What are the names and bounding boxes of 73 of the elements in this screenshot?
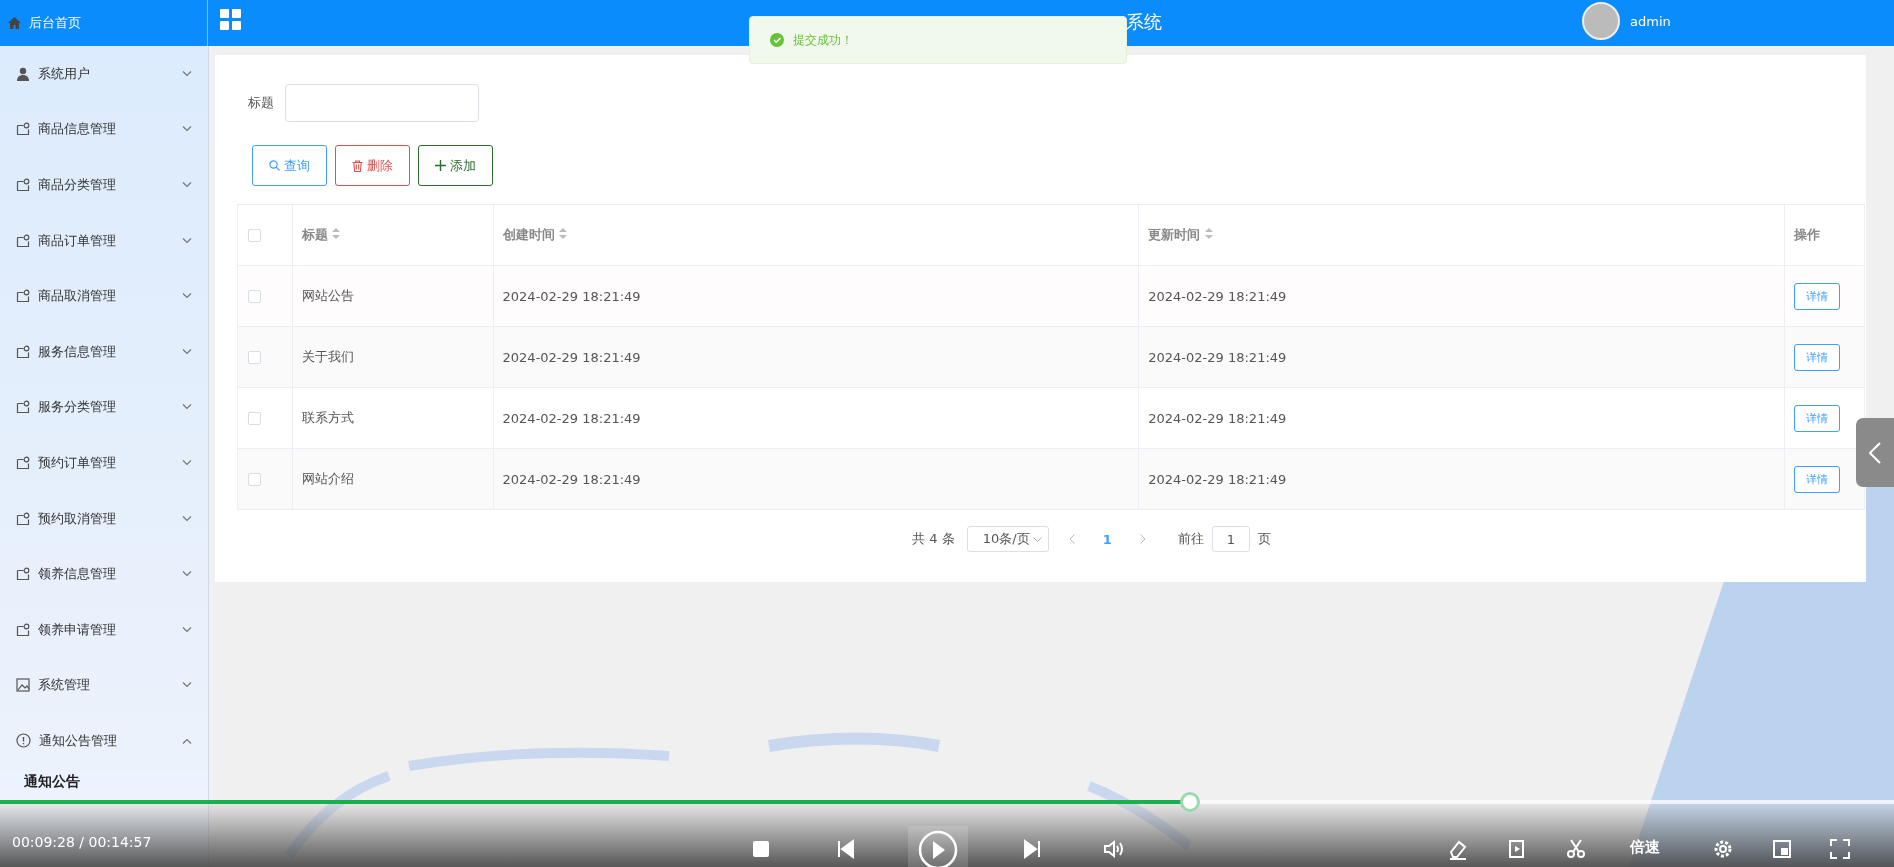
trash-icon xyxy=(352,159,363,172)
checkbox[interactable] xyxy=(248,350,261,364)
sidebar-item[interactable]: 商品订单管理 xyxy=(0,212,208,269)
table-cell: 2024-02-29 18:21:49 xyxy=(1138,387,1785,449)
table-cell: 2024-02-29 18:21:49 xyxy=(493,265,1139,327)
sidebar-subitem[interactable]: 通知公告 xyxy=(0,770,208,793)
home-icon xyxy=(8,17,21,29)
sidebar-item[interactable]: 领养申请管理 xyxy=(0,601,208,658)
checkbox[interactable] xyxy=(248,411,261,425)
speed-button[interactable]: 倍速 xyxy=(1630,838,1660,857)
column-header[interactable]: 创建时间 xyxy=(493,204,1139,266)
title-input-field[interactable] xyxy=(285,84,479,122)
delete-button[interactable]: 删除 xyxy=(335,145,410,186)
mini-window-icon[interactable] xyxy=(1771,838,1793,860)
next-icon[interactable] xyxy=(1021,838,1043,860)
add-button[interactable]: 添加 xyxy=(418,145,493,186)
settings-icon[interactable] xyxy=(1712,838,1734,860)
toast-message: 提交成功！ xyxy=(793,31,853,49)
sidebar-item[interactable]: 系统用户 xyxy=(0,46,208,102)
page-suffix: 页 xyxy=(1257,530,1271,548)
grid-menu-icon[interactable] xyxy=(220,9,241,30)
previous-icon[interactable] xyxy=(835,838,857,860)
sidebar-item[interactable]: 领养信息管理 xyxy=(0,546,208,602)
table-cell: 2024-02-29 18:21:49 xyxy=(1138,448,1785,510)
checkbox[interactable] xyxy=(248,289,261,303)
checkbox[interactable] xyxy=(248,472,261,486)
column-header[interactable]: 标题 xyxy=(292,204,494,266)
goto-label: 前往 xyxy=(1177,530,1204,548)
search-icon xyxy=(269,160,280,171)
sidebar-item[interactable]: 服务信息管理 xyxy=(0,323,208,380)
sidebar-item[interactable]: 预约订单管理 xyxy=(0,435,208,491)
sidebar-item[interactable]: 商品分类管理 xyxy=(0,157,208,213)
fullscreen-icon[interactable] xyxy=(1829,838,1851,860)
info-icon xyxy=(16,733,31,749)
column-header: 操作 xyxy=(1784,204,1865,266)
sidebar-item[interactable]: 服务分类管理 xyxy=(0,379,208,436)
search-label: 标题 xyxy=(248,94,274,112)
checkbox[interactable] xyxy=(248,228,261,242)
play-icon[interactable] xyxy=(908,826,968,867)
app-title: 系统 xyxy=(1126,10,1162,34)
table-cell: 2024-02-29 18:21:49 xyxy=(493,387,1139,449)
check-circle-icon xyxy=(770,33,784,47)
prev-page-icon[interactable] xyxy=(1068,534,1075,544)
table-cell: 2024-02-29 18:21:49 xyxy=(493,448,1139,510)
table-cell: 关于我们 xyxy=(292,326,494,388)
eraser-icon[interactable] xyxy=(1447,838,1469,860)
column-header[interactable]: 更新时间 xyxy=(1138,204,1785,266)
table-cell: 网站介绍 xyxy=(292,448,494,510)
sidebar-item[interactable]: 商品取消管理 xyxy=(0,268,208,324)
image-icon xyxy=(16,678,30,693)
table-cell: 网站公告 xyxy=(292,265,494,327)
avatar[interactable] xyxy=(1582,2,1620,40)
table-cell: 2024-02-29 18:21:49 xyxy=(493,326,1139,388)
total-count: 共 4 条 xyxy=(912,530,955,548)
plus-icon xyxy=(435,160,446,171)
next-page-icon[interactable] xyxy=(1139,534,1146,544)
chevron-left-icon[interactable] xyxy=(1869,441,1881,464)
sidebar-item[interactable]: 预约取消管理 xyxy=(0,490,208,547)
stop-icon[interactable] xyxy=(750,838,772,860)
sidebar-item[interactable]: 通知公告管理 xyxy=(0,713,208,769)
page-input[interactable]: 1 xyxy=(1211,526,1250,552)
table-cell: 2024-02-29 18:21:49 xyxy=(1138,265,1785,327)
volume-icon[interactable] xyxy=(1103,838,1125,860)
sidebar-item[interactable]: 系统管理 xyxy=(0,657,208,714)
sidebar-item[interactable]: 商品信息管理 xyxy=(0,101,208,158)
table-cell: 2024-02-29 18:21:49 xyxy=(1138,326,1785,388)
chevron-down-icon xyxy=(1032,536,1042,542)
scissors-icon[interactable] xyxy=(1565,838,1587,860)
page-size-select[interactable]: 10条/页 xyxy=(966,526,1049,552)
table-cell: 联系方式 xyxy=(292,387,494,449)
user-icon xyxy=(16,66,30,81)
time-display: 00:09:28 / 00:14:57 xyxy=(12,834,152,850)
progress-track[interactable] xyxy=(0,792,1894,812)
